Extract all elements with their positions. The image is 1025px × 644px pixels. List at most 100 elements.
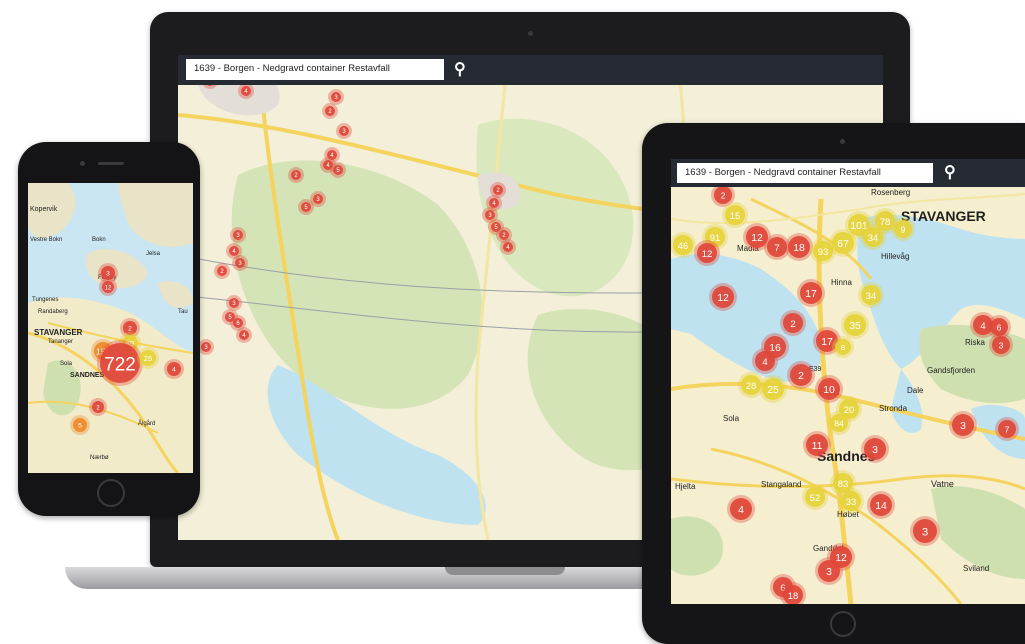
map-cluster-marker[interactable]: 34	[858, 282, 884, 308]
map-cluster-marker[interactable]: 12	[694, 240, 720, 266]
map-cluster-marker[interactable]: 2	[288, 167, 304, 183]
map-cluster-marker[interactable]: 7	[995, 417, 1019, 441]
tablet-map-screen[interactable]: Rosenberg STAVANGER Madla Hillevåg Hinna Risk…	[671, 159, 1025, 604]
cluster-count: 4	[762, 357, 767, 368]
map-cluster-marker[interactable]: 3	[230, 227, 246, 243]
map-cluster-marker[interactable]: 4	[320, 157, 336, 173]
map-cluster-marker[interactable]: 2	[780, 310, 806, 336]
map-place-label: Bokn	[92, 237, 106, 243]
map-cluster-marker[interactable]: 3	[949, 411, 977, 439]
map-place-label: Tananger	[48, 339, 73, 345]
map-cluster-marker[interactable]: 8	[832, 336, 854, 358]
map-cluster-marker[interactable]: 34	[860, 224, 886, 250]
map-cluster-marker[interactable]: 3	[336, 123, 352, 139]
map-cluster-marker[interactable]: 4	[727, 495, 755, 523]
phone-map[interactable]: KopervikVestre BoknBoknJelsaFinnøyTungen…	[28, 183, 193, 473]
cluster-count: 28	[746, 381, 757, 392]
cluster-count: 4	[980, 321, 985, 332]
map-place-label: Kopervik	[30, 206, 58, 213]
tablet-home-button[interactable]	[830, 611, 856, 637]
map-cluster-marker[interactable]: 722	[97, 340, 143, 386]
map-cluster-marker[interactable]: 17	[797, 279, 825, 307]
cluster-count: 6	[997, 322, 1002, 332]
map-cluster-marker[interactable]: 5	[70, 415, 90, 435]
map-place-label: Hinna	[831, 278, 852, 287]
map-cluster-marker[interactable]: 25	[137, 347, 159, 369]
map-cluster-marker[interactable]: 4	[164, 359, 184, 379]
cluster-count: 2	[128, 326, 132, 333]
map-cluster-marker[interactable]: 3	[815, 557, 843, 585]
tablet-map[interactable]: RosenbergSTAVANGERMadlaHillevågHinnaRisk…	[671, 159, 1025, 604]
map-cluster-marker[interactable]: 3	[232, 255, 248, 271]
cluster-count: 7	[774, 243, 779, 254]
map-cluster-marker[interactable]: 3	[861, 435, 889, 463]
cluster-count: 12	[702, 249, 713, 260]
map-cluster-marker[interactable]: 3	[910, 516, 940, 546]
map-place-label: Hjelta	[675, 482, 696, 491]
map-cluster-marker[interactable]: 3	[226, 295, 242, 311]
cluster-count: 8	[841, 343, 845, 352]
search-icon[interactable]: ⚲	[944, 162, 956, 182]
map-place-label: Vatne	[931, 479, 954, 489]
map-cluster-marker[interactable]: 4	[236, 327, 252, 343]
map-cluster-marker[interactable]: 35	[841, 311, 869, 339]
map-cluster-marker[interactable]: 15	[722, 202, 748, 228]
map-place-label: Sviland	[963, 564, 989, 573]
map-cluster-marker[interactable]: 3	[328, 89, 344, 105]
laptop-notch	[445, 567, 565, 575]
cluster-count: 18	[793, 243, 805, 254]
map-cluster-marker[interactable]: 33	[838, 488, 864, 514]
map-cluster-marker[interactable]: 84	[827, 411, 851, 435]
map-place-label: Tungenes	[32, 297, 58, 303]
cluster-count: 33	[846, 497, 857, 508]
map-cluster-marker[interactable]: 12	[99, 278, 117, 296]
cluster-count: 3	[960, 421, 966, 432]
cluster-count: 17	[821, 337, 833, 348]
map-place-label: Rosenberg	[871, 188, 910, 197]
cluster-count: 3	[922, 527, 928, 539]
map-cluster-marker[interactable]: 3	[198, 339, 214, 355]
cluster-count: 93	[818, 247, 829, 258]
map-cluster-marker[interactable]: 46	[671, 232, 696, 258]
phone-camera	[80, 161, 85, 166]
tablet-search-input[interactable]: 1639 - Borgen - Nedgravd container Resta…	[677, 163, 933, 183]
map-cluster-marker[interactable]: 3	[989, 333, 1013, 357]
map-cluster-marker[interactable]: 4	[752, 348, 778, 374]
phone-home-button[interactable]	[97, 479, 125, 507]
tablet-camera	[840, 139, 845, 144]
map-cluster-marker[interactable]: 4	[500, 239, 516, 255]
map-cluster-marker[interactable]: 2	[214, 263, 230, 279]
map-place-label: STAVANGER	[34, 328, 83, 337]
phone-map-screen[interactable]: KopervikVestre BoknBoknJelsaFinnøyTungen…	[28, 183, 193, 473]
map-cluster-marker[interactable]: 5	[298, 199, 314, 215]
map-cluster-marker[interactable]: 11	[803, 431, 831, 459]
map-cluster-marker[interactable]: 2	[89, 398, 107, 416]
map-place-label: Gandsfjorden	[927, 366, 975, 375]
cluster-count: 9	[901, 224, 906, 234]
cluster-count: 2	[798, 371, 804, 382]
map-place-label: Tau	[178, 309, 188, 315]
cluster-count: 52	[810, 493, 821, 504]
map-cluster-marker[interactable]: 18	[785, 233, 813, 261]
map-cluster-marker[interactable]: 52	[802, 484, 828, 510]
cluster-count: 3	[872, 445, 878, 456]
cluster-count: 78	[880, 217, 891, 228]
map-cluster-marker[interactable]: 10	[815, 375, 843, 403]
laptop-search-input[interactable]: 1639 - Borgen - Nedgravd container Resta…	[186, 59, 444, 80]
map-cluster-marker[interactable]: 2	[322, 103, 338, 119]
map-cluster-marker[interactable]: 4	[238, 83, 254, 99]
phone-speaker	[98, 162, 124, 165]
map-cluster-marker[interactable]: 2	[787, 361, 815, 389]
cluster-count: 25	[144, 354, 152, 363]
map-place-label: Riska	[965, 338, 986, 347]
cluster-count: 7	[1005, 424, 1010, 434]
search-icon[interactable]: ⚲	[454, 59, 466, 79]
map-place-label: Ålgård	[138, 420, 155, 427]
map-cluster-marker[interactable]: 9	[891, 217, 915, 241]
map-cluster-marker[interactable]: 25	[759, 375, 787, 403]
cluster-count: 10	[823, 385, 835, 396]
cluster-count: 12	[751, 233, 763, 244]
map-cluster-marker[interactable]: 12	[709, 283, 737, 311]
map-cluster-marker[interactable]: 14	[867, 491, 895, 519]
cluster-count: 4	[172, 367, 176, 374]
